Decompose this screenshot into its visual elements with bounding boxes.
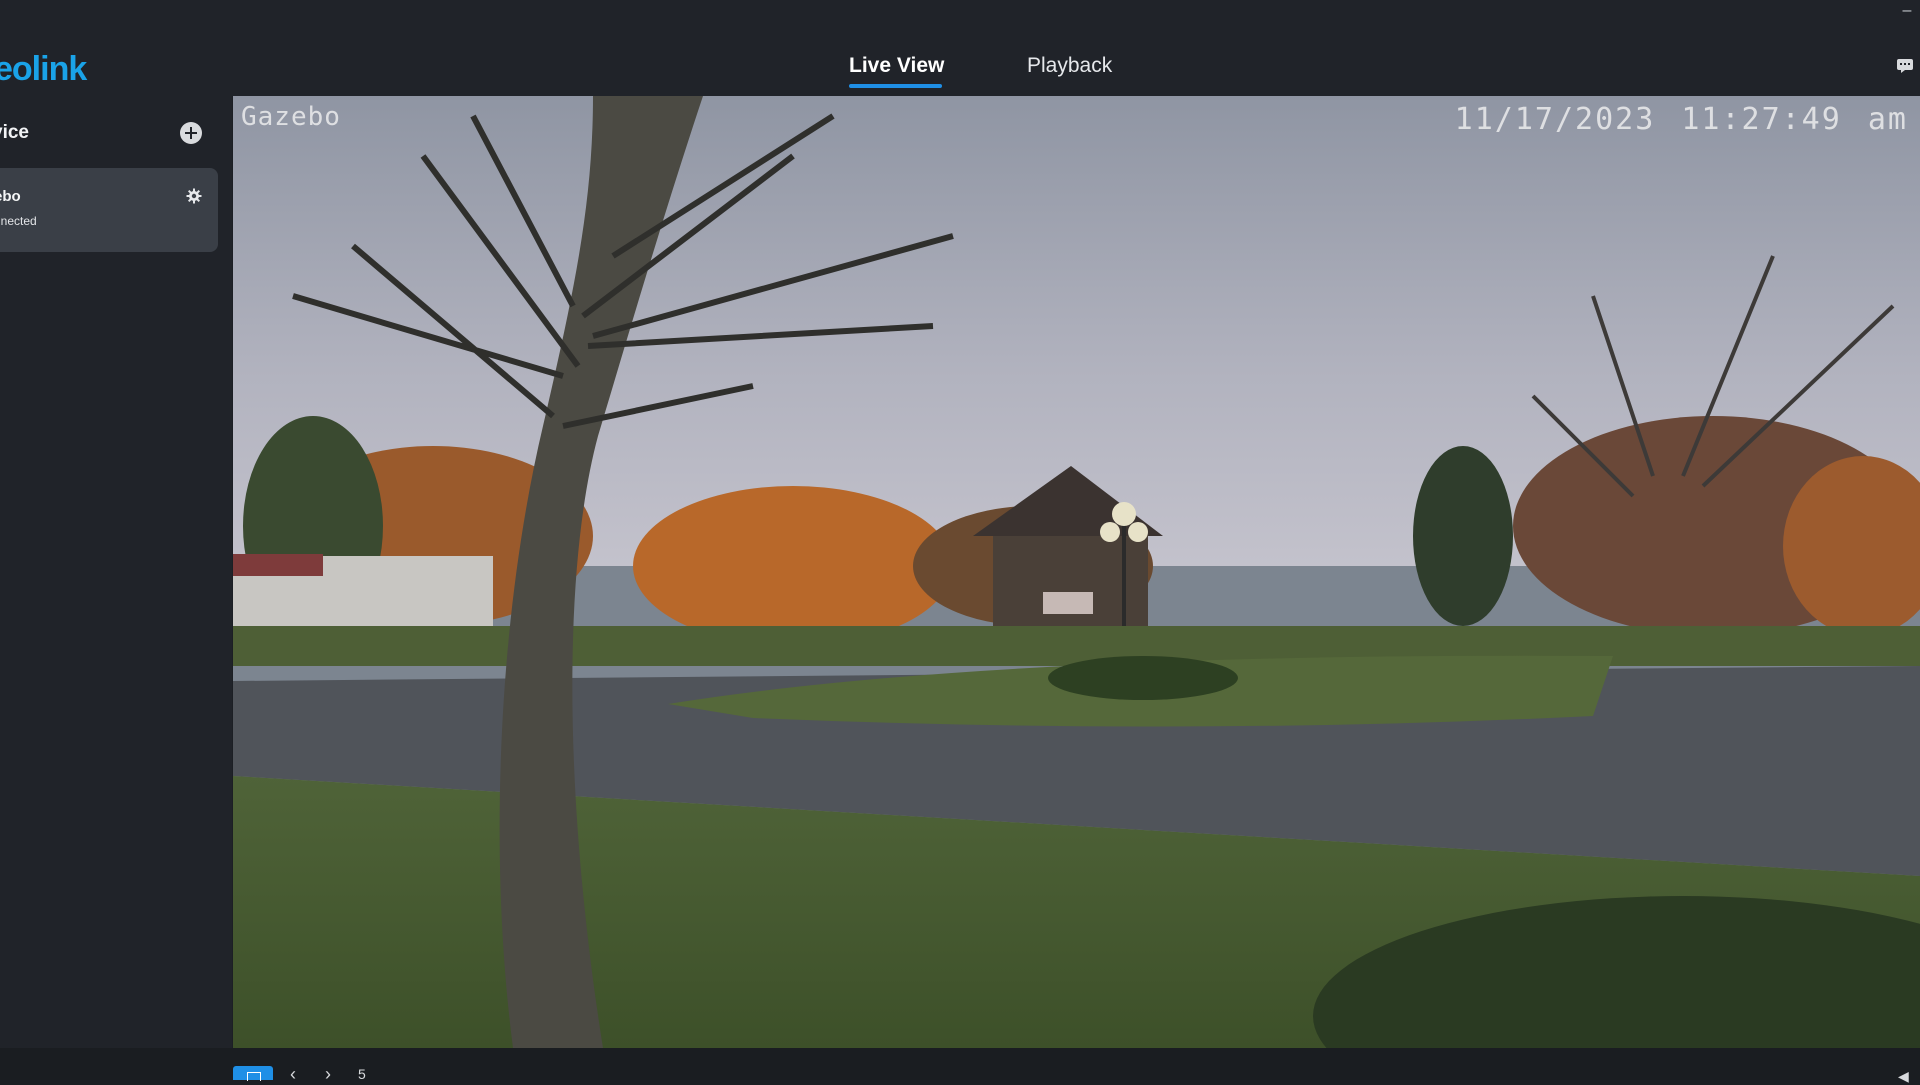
grid-layout-icon[interactable] — [233, 1066, 273, 1081]
active-tab-indicator — [849, 84, 942, 88]
device-name: ebo — [0, 188, 21, 205]
next-button[interactable]: › — [325, 1065, 331, 1083]
volume-icon[interactable]: ◀ — [1898, 1068, 1909, 1085]
video-toolbar: ‹ › 5 ◀ — [0, 1048, 1920, 1084]
tab-playback[interactable]: Playback — [1027, 54, 1112, 78]
plus-circle-icon[interactable] — [180, 122, 202, 144]
title-bar: eolink Live View Playback – — [0, 0, 1920, 96]
tab-live-view[interactable]: Live View — [849, 54, 944, 78]
layout-count-button[interactable]: 5 — [358, 1067, 366, 1081]
device-status: nnected — [0, 214, 37, 228]
osd-camera-name: Gazebo — [241, 102, 341, 132]
minimize-button[interactable]: – — [1900, 3, 1914, 19]
live-video-feed[interactable]: Gazebo 11/17/2023 11:27:49 am — [233, 96, 1920, 1048]
sidebar-title: vice — [0, 122, 29, 143]
camera-scene-image — [233, 96, 1920, 1048]
gear-icon[interactable] — [186, 188, 202, 204]
message-icon[interactable] — [1896, 58, 1914, 74]
previous-button[interactable]: ‹ — [290, 1065, 296, 1083]
device-item-gazebo[interactable]: ebo nnected — [0, 168, 218, 252]
device-sidebar: vice ebo nnected — [0, 96, 232, 1080]
osd-timestamp: 11/17/2023 11:27:49 am — [1454, 102, 1908, 137]
main-tabs: Live View Playback — [0, 0, 1920, 96]
